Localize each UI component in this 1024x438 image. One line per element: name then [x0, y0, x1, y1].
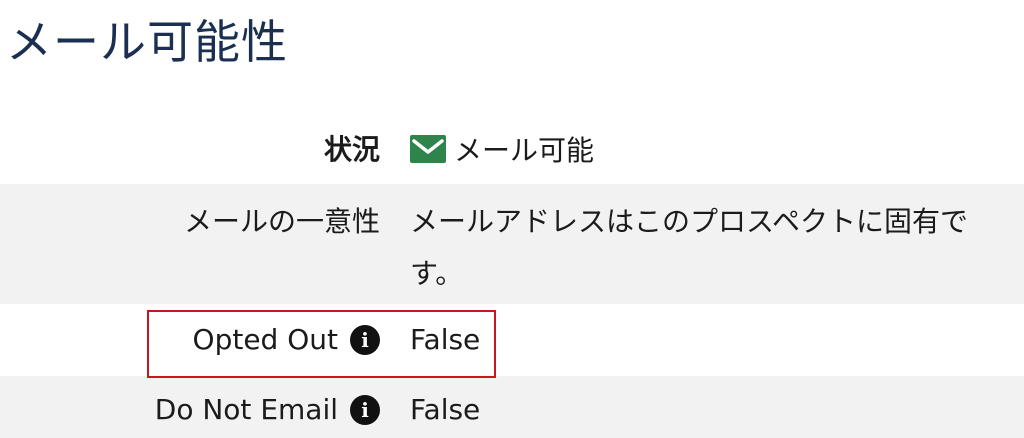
- uniqueness-label: メールの一意性: [183, 205, 380, 238]
- highlight-box: [147, 310, 496, 378]
- uniqueness-row: メールの一意性 メールアドレスはこのプロスペクトに固有です。: [0, 184, 1024, 304]
- status-value: メール可能: [454, 134, 595, 167]
- page-title: メール可能性: [6, 15, 288, 69]
- uniqueness-value: メールアドレスはこのプロスペクトに固有です。: [410, 205, 969, 290]
- status-label: 状況: [323, 133, 380, 166]
- do-not-email-row: Do Not Email i False: [0, 376, 1024, 438]
- do-not-email-label: Do Not Email: [154, 393, 338, 426]
- info-icon[interactable]: i: [350, 395, 380, 425]
- mail-check-icon: [410, 135, 446, 163]
- do-not-email-value: False: [410, 393, 481, 426]
- status-row: 状況 メール可能: [0, 118, 1024, 184]
- email-eligibility-panel: メール可能性 状況 メール可能 メールの一意性 メールアドレスはこのプロスペクト…: [0, 0, 1024, 438]
